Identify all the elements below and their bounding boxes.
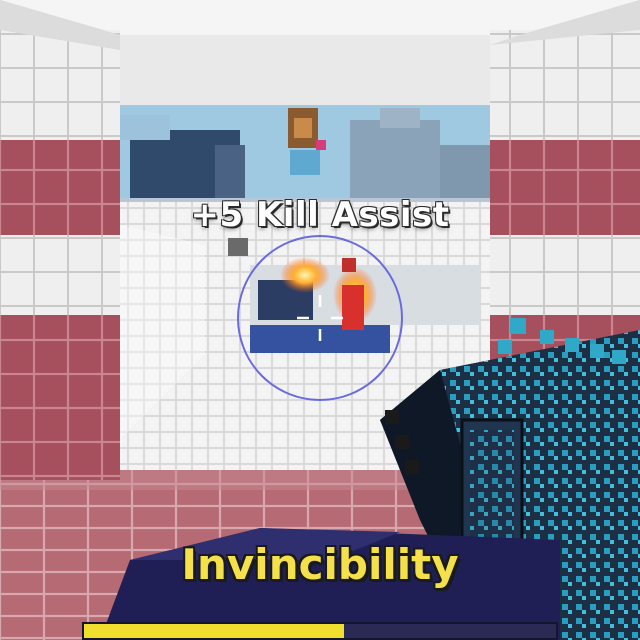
game-viewport[interactable]: +5 Kill Assist Invincibility	[0, 0, 640, 640]
left-wall	[0, 0, 120, 480]
kill-assist-notification: +5 Kill Assist	[190, 195, 450, 235]
ability-progress-bar	[82, 622, 558, 640]
ability-name: Invincibility	[181, 540, 459, 589]
ability-progress-fill	[84, 624, 344, 638]
